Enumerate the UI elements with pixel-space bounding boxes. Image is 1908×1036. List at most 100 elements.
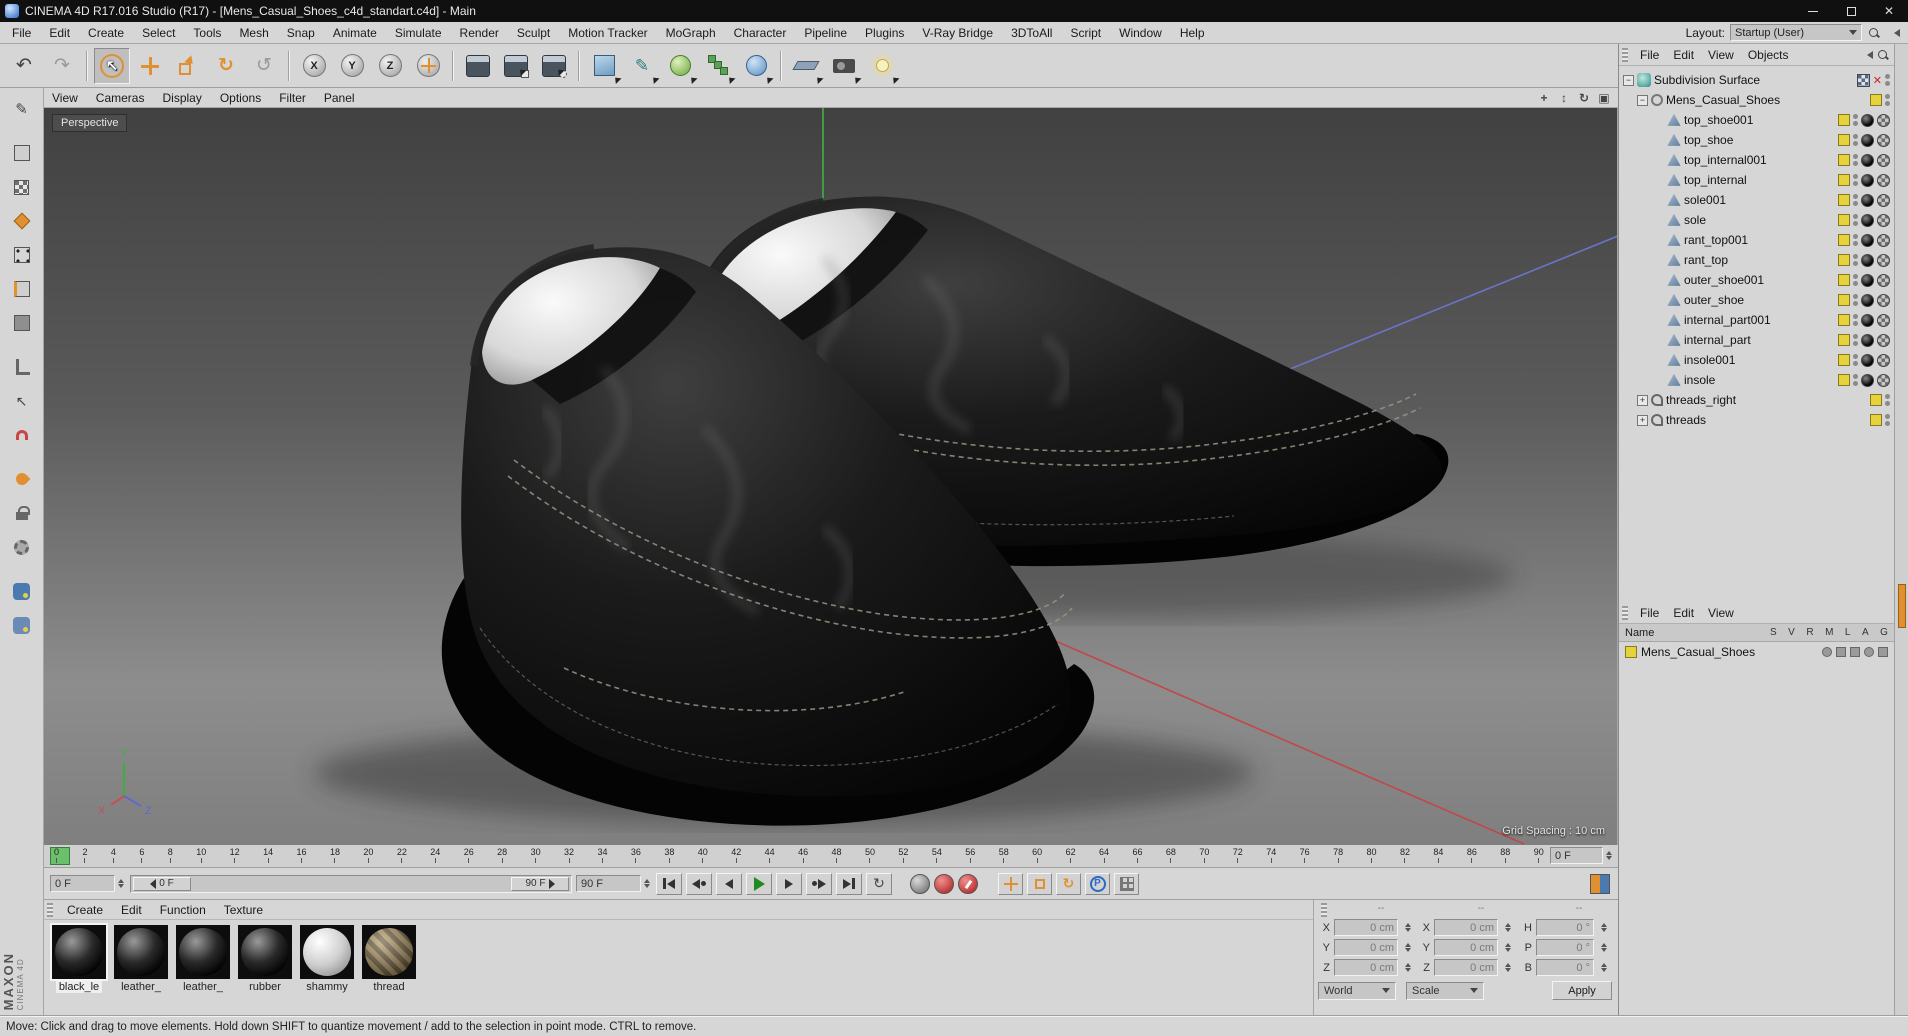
rotation-value-field[interactable]: 0 ° xyxy=(1536,939,1594,956)
previous-frame-button[interactable] xyxy=(716,872,742,895)
object-name[interactable]: sole001 xyxy=(1684,193,1726,207)
manager-toggle-icon[interactable] xyxy=(1864,647,1874,657)
material-name[interactable]: leather_ xyxy=(183,981,223,993)
material-tag[interactable] xyxy=(1861,133,1874,147)
disable-icon[interactable]: ✕ xyxy=(1873,74,1882,87)
size-stepper[interactable] xyxy=(1502,960,1513,975)
apply-button[interactable]: Apply xyxy=(1552,981,1612,1000)
object-row[interactable]: insole ✕ xyxy=(1619,370,1894,390)
menu-item[interactable]: File xyxy=(4,24,39,42)
end-frame-field[interactable]: 90 F xyxy=(576,875,652,892)
panel-grip[interactable] xyxy=(1622,605,1628,620)
object-name[interactable]: internal_part xyxy=(1684,333,1751,347)
key-scale-toggle[interactable] xyxy=(1027,872,1052,895)
position-value-field[interactable]: 0 cm xyxy=(1334,919,1398,936)
panel-grip[interactable] xyxy=(1622,47,1628,62)
texture-tag[interactable] xyxy=(1877,273,1890,287)
workplane-mode-button[interactable] xyxy=(6,205,38,237)
add-deformer-button[interactable] xyxy=(738,48,774,84)
start-frame-field[interactable]: 0 F xyxy=(50,875,126,892)
layer-column-letter[interactable]: G xyxy=(1880,627,1888,638)
visibility-dots[interactable] xyxy=(1853,174,1858,186)
material-name[interactable]: shammy xyxy=(306,981,348,993)
start-frame-stepper[interactable] xyxy=(115,876,126,891)
menu-item[interactable]: Render xyxy=(452,24,507,42)
object-row[interactable]: internal_part001 ✕ xyxy=(1619,310,1894,330)
make-editable-button[interactable]: ✎ xyxy=(6,93,38,125)
close-button[interactable]: ✕ xyxy=(1870,0,1908,22)
visibility-dots[interactable] xyxy=(1853,334,1858,346)
material-thumbnail[interactable] xyxy=(362,925,416,979)
layer-tag[interactable] xyxy=(1870,94,1882,106)
viewport-solo-button[interactable]: ↖ xyxy=(6,385,38,417)
viewport-menu-item[interactable]: Filter xyxy=(271,89,314,107)
visibility-dots[interactable] xyxy=(1885,414,1890,426)
render-view-button[interactable] xyxy=(460,48,496,84)
material-name[interactable]: black_le xyxy=(55,981,103,993)
minimal-interface-toggle[interactable] xyxy=(1587,873,1612,895)
object-row[interactable]: sole ✕ xyxy=(1619,210,1894,230)
layer-tag[interactable] xyxy=(1838,234,1850,246)
texture-tag[interactable] xyxy=(1877,113,1890,127)
material-menu-item[interactable]: Edit xyxy=(113,901,150,919)
render-settings-button[interactable] xyxy=(536,48,572,84)
menu-item[interactable]: Motion Tracker xyxy=(560,24,655,42)
object-name[interactable]: top_internal xyxy=(1684,173,1747,187)
maximize-button[interactable] xyxy=(1832,0,1870,22)
material-thumbnail[interactable] xyxy=(176,925,230,979)
menu-item[interactable]: Select xyxy=(134,24,183,42)
layer-tag[interactable] xyxy=(1838,334,1850,346)
object-row[interactable]: rant_top001 ✕ xyxy=(1619,230,1894,250)
panel-grip[interactable] xyxy=(1321,903,1327,917)
panel-arrow-icon[interactable] xyxy=(1859,48,1873,62)
add-generator-button[interactable] xyxy=(662,48,698,84)
layer-row[interactable]: Mens_Casual_Shoes xyxy=(1619,642,1894,662)
object-name[interactable]: insole001 xyxy=(1684,353,1735,367)
position-stepper[interactable] xyxy=(1402,960,1413,975)
visibility-dots[interactable] xyxy=(1885,394,1890,406)
layer-tag[interactable] xyxy=(1838,374,1850,386)
visibility-dots[interactable] xyxy=(1853,374,1858,386)
texture-tag[interactable] xyxy=(1877,193,1890,207)
visibility-dots[interactable] xyxy=(1853,354,1858,366)
current-frame-field[interactable]: 0 F xyxy=(1550,847,1614,864)
expander-icon[interactable] xyxy=(1637,94,1648,106)
layer-color-swatch[interactable] xyxy=(1625,646,1637,658)
points-mode-button[interactable] xyxy=(6,239,38,271)
menu-item[interactable]: Animate xyxy=(325,24,385,42)
texture-tag[interactable] xyxy=(1877,133,1890,147)
object-manager-menu-item[interactable]: Objects xyxy=(1742,46,1795,64)
material-tag[interactable] xyxy=(1861,333,1874,347)
om-search-icon[interactable] xyxy=(1876,48,1890,62)
position-stepper[interactable] xyxy=(1402,940,1413,955)
name-column-header[interactable]: Name xyxy=(1625,627,1654,639)
material-tag[interactable] xyxy=(1861,353,1874,367)
position-header[interactable]: -- xyxy=(1333,903,1429,917)
world-select[interactable]: World xyxy=(1318,981,1396,1000)
visibility-dots[interactable] xyxy=(1853,294,1858,306)
undo-button[interactable]: ↶ xyxy=(6,48,42,84)
object-row[interactable]: sole001 ✕ xyxy=(1619,190,1894,210)
object-name[interactable]: threads xyxy=(1666,413,1706,427)
material-thumbnail[interactable] xyxy=(50,923,108,981)
material-tag[interactable] xyxy=(1861,213,1874,227)
lock-toggle-icon[interactable] xyxy=(1878,647,1888,657)
move-tool-button[interactable] xyxy=(132,48,168,84)
rotation-value-field[interactable]: 0 ° xyxy=(1536,919,1594,936)
current-frame-value[interactable]: 0 F xyxy=(1550,847,1603,864)
layer-manager-menu-item[interactable]: View xyxy=(1702,604,1740,622)
viewport-canvas[interactable]: Y Z X xyxy=(44,108,1618,845)
goto-start-button[interactable] xyxy=(656,872,682,895)
view-toggle-icon[interactable] xyxy=(1836,647,1846,657)
viewport-rotate-icon[interactable]: ↻ xyxy=(1576,90,1592,106)
scale-select[interactable]: Scale xyxy=(1406,981,1484,1000)
material-item[interactable]: shammy xyxy=(298,925,356,993)
material-menu-item[interactable]: Function xyxy=(152,901,214,919)
expander-icon[interactable] xyxy=(1637,394,1648,406)
material-item[interactable]: rubber xyxy=(236,925,294,993)
layer-tag[interactable] xyxy=(1870,414,1882,426)
render-picture-viewer-button[interactable] xyxy=(498,48,534,84)
scale-tool-button[interactable] xyxy=(170,48,206,84)
material-thumbnail[interactable] xyxy=(238,925,292,979)
layer-column-letter[interactable]: M xyxy=(1825,627,1833,638)
